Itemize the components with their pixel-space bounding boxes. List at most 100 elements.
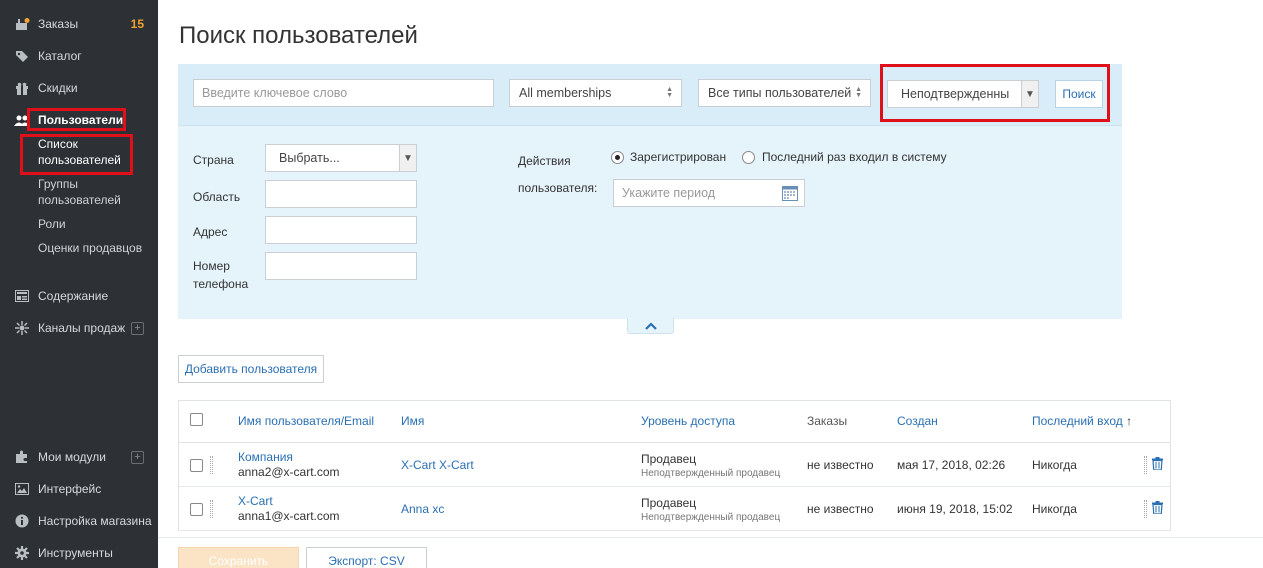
sidebar-item-sales-channels[interactable]: Каналы продаж + (0, 317, 158, 339)
search-panel: Введите ключевое слово All memberships ▲… (178, 64, 1122, 319)
user-email: anna1@x-cart.com (238, 509, 340, 523)
gift-icon (14, 81, 30, 95)
sidebar-subitem-roles[interactable]: Роли (38, 216, 66, 232)
highlight-box-user-list (20, 134, 133, 175)
info-icon (14, 514, 30, 528)
footer-divider (158, 537, 1263, 538)
keyword-search-input[interactable]: Введите ключевое слово (193, 79, 494, 107)
access-level-sub: Неподтвержденный продавец (641, 468, 781, 479)
expand-plus-icon[interactable]: + (131, 450, 144, 464)
phone-input[interactable] (265, 252, 417, 280)
users-table: Имя пользователя/Email Имя Уровень досту… (178, 400, 1171, 531)
user-name-link[interactable]: X-Cart X-Cart (401, 458, 474, 472)
created-date: июня 19, 2018, 15:02 (897, 502, 1013, 516)
sidebar-item-label: Инструменты (38, 546, 113, 560)
country-select-value: Выбрать... (279, 151, 340, 165)
column-header-created[interactable]: Создан (897, 414, 938, 428)
user-actions-label: Действия пользователя: (518, 154, 598, 195)
page-title: Поиск пользователей (179, 22, 418, 49)
user-name-link[interactable]: Anna xc (401, 502, 444, 516)
period-input[interactable]: Укажите период (613, 179, 805, 207)
region-label: Область (193, 190, 241, 204)
membership-select-value: All memberships (519, 86, 612, 100)
drag-handle-icon[interactable] (210, 500, 213, 518)
sidebar: Заказы 15 Каталог Скидки Пользователи Сп… (0, 0, 158, 568)
orders-icon (14, 17, 30, 31)
delete-trash-icon[interactable] (1152, 457, 1163, 473)
select-all-checkbox[interactable] (190, 413, 203, 426)
table-header: Имя пользователя/Email Имя Уровень досту… (179, 401, 1170, 443)
save-button[interactable]: Сохранить (178, 547, 299, 568)
access-level-sub: Неподтвержденный продавец (641, 512, 781, 523)
column-header-last-login-label: Последний вход (1032, 414, 1123, 428)
sidebar-item-store-settings[interactable]: Настройка магазина (0, 510, 158, 532)
row-menu-dots-icon[interactable] (1144, 500, 1147, 518)
highlight-box-status-search (880, 64, 1110, 122)
delete-trash-icon[interactable] (1152, 501, 1163, 517)
sort-arrow-up-icon: ↑ (1126, 414, 1133, 428)
orders-value: не известно (807, 502, 874, 516)
sidebar-item-label: Настройка магазина (38, 514, 152, 528)
sidebar-item-label: Скидки (38, 81, 78, 95)
tag-icon (14, 49, 30, 63)
add-user-button[interactable]: Добавить пользователя (178, 355, 324, 383)
column-header-orders: Заказы (807, 414, 848, 428)
country-label: Страна (193, 153, 234, 167)
sidebar-item-interface[interactable]: Интерфейс (0, 478, 158, 500)
sidebar-item-label: Содержание (38, 289, 109, 303)
membership-select[interactable]: All memberships ▲ ▼ (509, 79, 682, 107)
image-icon (14, 482, 30, 496)
channels-icon (14, 321, 30, 335)
sidebar-subitem-user-groups[interactable]: Группы пользователей (38, 176, 138, 208)
drag-handle-icon[interactable] (210, 456, 213, 474)
gear-icon (14, 546, 30, 560)
column-header-access[interactable]: Уровень доступа (641, 414, 735, 428)
radio-last-login[interactable] (742, 151, 755, 164)
expand-plus-icon[interactable]: + (131, 321, 144, 335)
puzzle-icon (14, 450, 30, 464)
export-csv-button[interactable]: Экспорт: CSV (306, 547, 427, 568)
calendar-icon[interactable] (782, 185, 798, 204)
country-select[interactable]: Выбрать... ▼ (265, 144, 417, 172)
user-email: anna2@x-cart.com (238, 465, 340, 479)
sidebar-item-my-modules[interactable]: Мои модули + (0, 446, 158, 468)
column-header-last-login[interactable]: Последний вход ↑ (1032, 414, 1132, 428)
user-type-select-value: Все типы пользователей (708, 86, 852, 100)
sidebar-subitem-vendor-ratings[interactable]: Оценки продавцов (38, 240, 142, 256)
user-login-link[interactable]: Компания (238, 450, 293, 464)
sidebar-item-label: Заказы (38, 17, 79, 31)
table-row: Компания anna2@x-cart.com X-Cart X-Cart … (179, 443, 1170, 487)
row-checkbox[interactable] (190, 459, 203, 472)
radio-registered-label: Зарегистрирован (630, 150, 727, 164)
row-checkbox[interactable] (190, 503, 203, 516)
sidebar-item-catalog[interactable]: Каталог (0, 45, 158, 67)
content-icon (14, 289, 30, 303)
sidebar-item-content[interactable]: Содержание (0, 285, 158, 307)
sidebar-item-tools[interactable]: Инструменты (0, 542, 158, 564)
sidebar-item-discounts[interactable]: Скидки (0, 77, 158, 99)
select-arrows-icon: ▲ ▼ (666, 86, 673, 99)
search-bar: Введите ключевое слово All memberships ▲… (178, 64, 1122, 126)
sidebar-item-label: Мои модули (38, 450, 106, 464)
user-type-select[interactable]: Все типы пользователей ▲ ▼ (698, 79, 871, 107)
region-input[interactable] (265, 180, 417, 208)
user-login-link[interactable]: X-Cart (238, 494, 273, 508)
chevron-up-icon (644, 321, 657, 330)
column-header-name[interactable]: Имя (401, 414, 424, 428)
column-header-login[interactable]: Имя пользователя/Email (238, 414, 374, 428)
collapse-filters-button[interactable] (627, 318, 674, 334)
access-level: Продавец (641, 496, 697, 510)
orders-value: не известно (807, 458, 874, 472)
chevron-down-icon: ▼ (399, 145, 416, 171)
sidebar-item-label: Интерфейс (38, 482, 102, 496)
table-row: X-Cart anna1@x-cart.com Anna xc Продавец… (179, 487, 1170, 531)
sidebar-item-orders[interactable]: Заказы 15 (0, 13, 158, 35)
sidebar-item-label: Каналы продаж (38, 321, 126, 335)
address-input[interactable] (265, 216, 417, 244)
radio-registered[interactable] (611, 151, 624, 164)
row-menu-dots-icon[interactable] (1144, 456, 1147, 474)
sidebar-item-label: Каталог (38, 49, 82, 63)
radio-last-login-label: Последний раз входил в систему (762, 150, 947, 164)
period-placeholder: Укажите период (622, 186, 716, 200)
address-label: Адрес (193, 225, 228, 239)
